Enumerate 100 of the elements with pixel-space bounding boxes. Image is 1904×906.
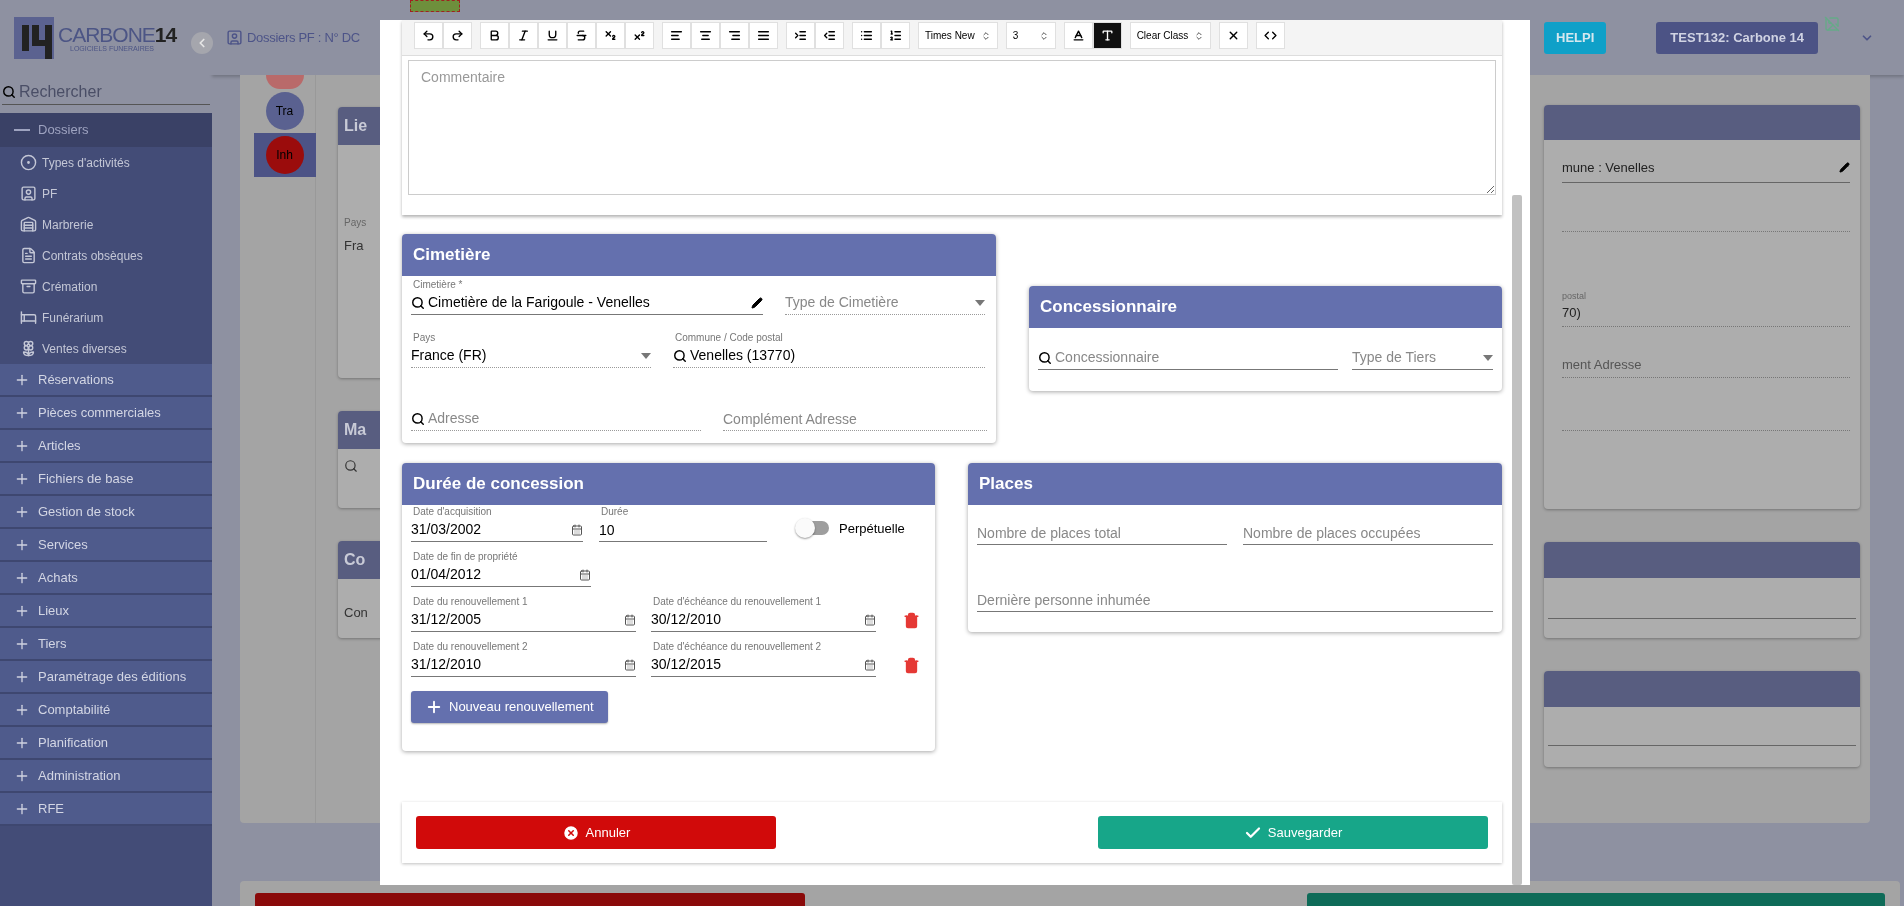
field-input[interactable]: 31/12/2010 [411, 654, 621, 675]
toolbar-button[interactable] [852, 22, 881, 49]
toolbar-button[interactable] [815, 22, 844, 49]
calendar-icon[interactable] [864, 658, 876, 671]
calendar-icon[interactable] [624, 613, 636, 626]
field-value: Fra [344, 237, 364, 255]
date-field[interactable]: 31/12/2005 [411, 608, 636, 632]
sidebar-section[interactable]: Achats [0, 562, 212, 595]
dropdown-field[interactable]: Type de Tiers [1352, 346, 1493, 370]
edit-icon[interactable] [751, 296, 763, 309]
toggle-switch[interactable] [797, 521, 829, 536]
date-field[interactable]: 31/12/2010 [411, 653, 636, 677]
sidebar-section[interactable]: Pièces commerciales [0, 397, 212, 430]
toolbar-dropdown[interactable]: Times New [918, 22, 998, 49]
toolbar-button[interactable] [662, 22, 691, 49]
field-input[interactable]: 31/12/2005 [411, 609, 621, 630]
text-field[interactable]: Nombre de places total [977, 521, 1227, 545]
sidebar-section[interactable]: RFE [0, 793, 212, 826]
field-input[interactable]: France (FR) [411, 345, 638, 366]
toolbar-button[interactable] [443, 22, 472, 49]
sidebar-section[interactable]: Lieux [0, 595, 212, 628]
toolbar-button[interactable] [881, 22, 910, 49]
search-icon [411, 411, 425, 426]
field-label: Date du renouvellement 2 [413, 640, 528, 653]
text-field[interactable]: 10 [599, 518, 767, 542]
calendar-icon[interactable] [579, 568, 591, 581]
field-input[interactable]: Type de Cimetière [785, 292, 972, 313]
toolbar-button[interactable] [596, 22, 625, 49]
calendar-icon[interactable] [571, 523, 583, 536]
caret-icon [1483, 354, 1493, 361]
field-input[interactable]: 30/12/2015 [651, 654, 861, 675]
text-field[interactable]: Dernière personne inhumée [977, 588, 1493, 612]
sidebar-section[interactable]: Gestion de stock [0, 496, 212, 529]
sidebar-section[interactable]: Articles [0, 430, 212, 463]
comment-field[interactable]: Commentaire [408, 60, 1496, 195]
sidebar-section[interactable]: Planification [0, 727, 212, 760]
field-input[interactable]: Concessionnaire [1055, 347, 1338, 368]
toolbar-button[interactable] [1219, 22, 1249, 49]
section-label: Planification [38, 733, 109, 752]
toolbar-dropdown[interactable]: 3 [1005, 22, 1056, 49]
save-button[interactable]: Sauvegarder [1098, 816, 1488, 849]
account-button[interactable]: TEST132: Carbone 14 [1656, 21, 1818, 54]
section-label: Services [38, 535, 88, 554]
card-title: Concessionnaire [1040, 296, 1177, 319]
sidebar-section[interactable]: Fichiers de base [0, 463, 212, 496]
toolbar-button[interactable] [691, 22, 720, 49]
toolbar-button[interactable] [749, 22, 778, 49]
add-renewal-button[interactable]: Nouveau renouvellement [411, 691, 608, 723]
toolbar-button[interactable] [538, 22, 567, 49]
toolbar-dropdown[interactable]: Clear Class [1129, 22, 1212, 49]
sidebar-section[interactable]: Tiers [0, 628, 212, 661]
text-field[interactable]: Nombre de places occupées [1243, 521, 1493, 545]
plus-icon [425, 698, 443, 716]
calendar-icon[interactable] [624, 658, 636, 671]
field-input[interactable]: Type de Tiers [1352, 347, 1480, 368]
search-field[interactable]: Adresse [411, 407, 701, 431]
toolbar-button[interactable] [414, 22, 443, 49]
sidebar-section[interactable]: Dossiers [0, 113, 212, 147]
toolbar-button[interactable] [786, 22, 815, 49]
field-input[interactable]: Adresse [428, 408, 701, 429]
toolbar-button[interactable] [567, 22, 596, 49]
sidebar-section[interactable]: Paramétrage des éditions [0, 661, 212, 694]
toolbar-button[interactable] [720, 22, 749, 49]
dropdown-field[interactable]: Type de Cimetière [785, 291, 985, 315]
toolbar-button[interactable] [1256, 22, 1286, 49]
delete-icon[interactable] [903, 657, 920, 674]
field-input[interactable]: 30/12/2010 [651, 609, 861, 630]
field-input[interactable]: Venelles (13770) [690, 345, 985, 366]
search-field[interactable]: Cimetière de la Farigoule - Venelles [411, 291, 763, 315]
search-field[interactable]: Venelles (13770) [673, 344, 985, 368]
card-title: Places [979, 473, 1033, 496]
field-input[interactable]: 31/03/2002 [411, 519, 568, 540]
toolbar-button[interactable] [625, 22, 654, 49]
scrollbar[interactable] [1512, 195, 1522, 885]
calendar-icon[interactable] [864, 613, 876, 626]
timeline-step[interactable]: Tra [253, 89, 316, 133]
sidebar-section[interactable]: Administration [0, 760, 212, 793]
cancel-button[interactable]: Annuler [416, 816, 776, 849]
text-field[interactable]: Complément Adresse [723, 407, 987, 431]
card-title: Ma [344, 420, 367, 440]
search-field[interactable]: Concessionnaire [1038, 346, 1338, 370]
dropdown-field[interactable]: France (FR) [411, 344, 651, 368]
sidebar-section[interactable]: Services [0, 529, 212, 562]
date-field[interactable]: 30/12/2015 [651, 653, 876, 677]
delete-icon[interactable] [903, 612, 920, 629]
toolbar-button[interactable] [509, 22, 538, 49]
sidebar-section[interactable]: Réservations [0, 364, 212, 397]
field-input[interactable]: 01/04/2012 [411, 564, 576, 585]
align-left-icon [670, 29, 683, 42]
section-label: Administration [38, 766, 121, 785]
toolbar-button[interactable] [1092, 22, 1122, 49]
bold-icon [488, 29, 501, 42]
sidebar-section[interactable]: Comptabilité [0, 694, 212, 727]
field-input[interactable]: Cimetière de la Farigoule - Venelles [428, 292, 748, 313]
date-field[interactable]: 31/03/2002 [411, 518, 583, 542]
date-field[interactable]: 01/04/2012 [411, 563, 591, 587]
date-field[interactable]: 30/12/2010 [651, 608, 876, 632]
toolbar-button[interactable] [1063, 22, 1093, 49]
strikethrough-icon [575, 29, 588, 42]
toolbar-button[interactable] [480, 22, 509, 49]
